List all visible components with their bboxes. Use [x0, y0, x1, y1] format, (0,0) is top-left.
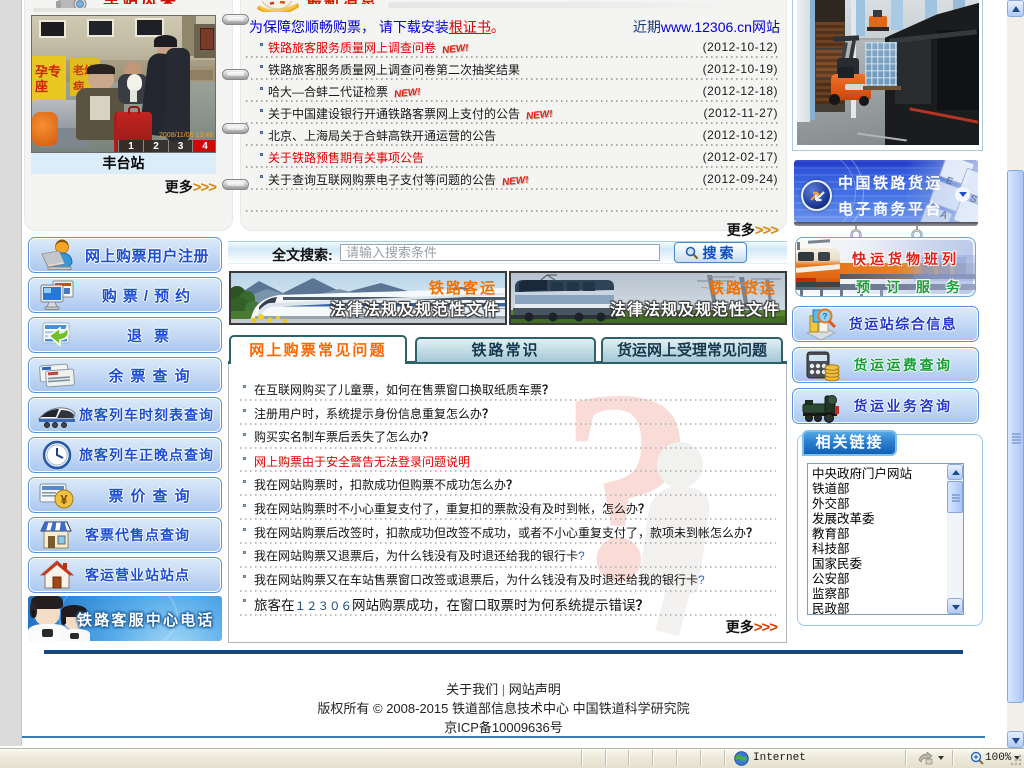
svg-text:?: ? [823, 312, 828, 321]
svg-text:¥: ¥ [60, 492, 68, 507]
